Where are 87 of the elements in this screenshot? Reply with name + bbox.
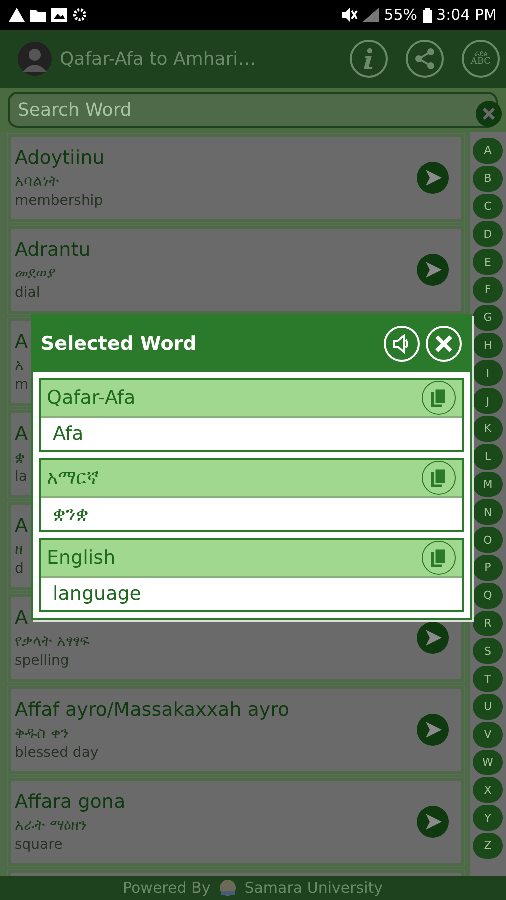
letter-button[interactable]: O <box>473 527 503 553</box>
word-english: d <box>15 561 24 577</box>
arrow-button[interactable] <box>417 622 449 654</box>
letter-button[interactable]: H <box>473 332 503 358</box>
word-english: spelling <box>15 653 70 669</box>
info-icon <box>362 48 376 70</box>
dialog-title: Selected Word <box>41 333 198 355</box>
copy-icon <box>431 469 447 487</box>
gear-icon <box>72 8 88 22</box>
copy-button[interactable] <box>422 381 456 415</box>
word-english: blessed day <box>15 745 99 761</box>
speaker-button[interactable] <box>384 326 420 362</box>
letter-button[interactable]: C <box>473 194 503 220</box>
letter-button[interactable]: B <box>473 166 503 192</box>
battery-icon <box>422 8 432 22</box>
clock: 3:04 PM <box>436 6 497 24</box>
language-name: English <box>47 547 117 569</box>
search-field[interactable]: Search Word <box>8 92 498 128</box>
arrow-button[interactable] <box>417 714 449 746</box>
powered-by-text: Powered By <box>122 879 211 897</box>
word-term: A <box>15 515 28 537</box>
letter-button[interactable]: Q <box>473 582 503 609</box>
word-term: A <box>15 607 28 629</box>
language-name: አማርኛ <box>47 467 100 489</box>
letter-button[interactable]: R <box>473 610 503 636</box>
letter-button[interactable]: F <box>473 276 503 303</box>
word-term: Adrantu <box>15 239 91 261</box>
close-button[interactable] <box>426 326 462 362</box>
arrow-button[interactable] <box>417 806 449 838</box>
letter-button[interactable]: A <box>473 138 503 164</box>
copy-icon <box>431 549 447 567</box>
letter-button[interactable]: I <box>473 360 503 386</box>
battery-percent: 55% <box>384 6 418 24</box>
letter-button[interactable]: J <box>473 388 503 414</box>
letter-button[interactable]: K <box>473 416 503 442</box>
letter-button[interactable]: Y <box>473 805 503 831</box>
word-english: la <box>15 469 28 485</box>
letter-button[interactable]: X <box>473 777 503 804</box>
arrow-button[interactable] <box>417 162 449 194</box>
letter-button[interactable]: L <box>473 444 503 470</box>
info-button[interactable] <box>350 40 388 78</box>
letter-button[interactable]: Z <box>473 832 503 859</box>
word-amharic: ቅዱስ ቀን <box>15 724 69 742</box>
word-english: dial <box>15 285 40 301</box>
copy-icon <box>431 389 447 407</box>
copy-button[interactable] <box>422 461 456 495</box>
avatar <box>18 42 52 76</box>
language-name: Qafar-Afa <box>47 387 137 409</box>
warning-icon <box>9 8 25 22</box>
arrow-button[interactable] <box>417 254 449 286</box>
word-amharic: ዘ <box>15 540 23 558</box>
letter-button[interactable]: T <box>473 666 503 692</box>
letter-button[interactable]: V <box>473 722 503 748</box>
letter-button[interactable]: D <box>473 221 503 248</box>
letter-button[interactable]: W <box>473 750 503 776</box>
word-english: m <box>15 377 29 393</box>
word-amharic: ቋ <box>15 448 25 466</box>
letter-button[interactable]: S <box>473 638 503 664</box>
letter-button[interactable]: P <box>473 554 503 581</box>
organization-name: Samara University <box>244 879 384 897</box>
mute-icon <box>342 8 358 22</box>
word-term: A <box>15 423 28 445</box>
close-icon <box>483 108 495 120</box>
word-term: Adoytiinu <box>15 147 105 169</box>
letter-button[interactable]: E <box>473 249 503 275</box>
word-amharic: መደወያ <box>15 264 56 282</box>
word-amharic: የቃላት አፃፃፍ <box>15 632 90 650</box>
share-icon <box>414 48 436 70</box>
image-icon <box>51 8 67 22</box>
word-amharic: አ <box>15 356 24 374</box>
signal-icon <box>363 8 380 22</box>
word-amharic: አባልነት <box>15 172 59 190</box>
app-title: Qafar-Afa to Amhari… <box>60 48 258 70</box>
folder-icon <box>30 8 46 22</box>
word-amharic: አራት ማዕዘን <box>15 816 87 834</box>
letter-button[interactable]: M <box>473 472 503 498</box>
share-button[interactable] <box>406 40 444 78</box>
letter-button[interactable]: U <box>473 694 503 720</box>
letter-button[interactable]: N <box>473 499 503 526</box>
copy-button[interactable] <box>422 541 456 575</box>
word-english: square <box>15 837 63 853</box>
letter-button[interactable]: G <box>473 304 503 331</box>
word-english: membership <box>15 193 104 209</box>
word-term: A <box>15 331 28 353</box>
word-term: Affaf ayro/Massakaxxah ayro <box>15 699 290 721</box>
word-term: Affara gona <box>15 791 126 813</box>
close-icon <box>435 335 453 353</box>
